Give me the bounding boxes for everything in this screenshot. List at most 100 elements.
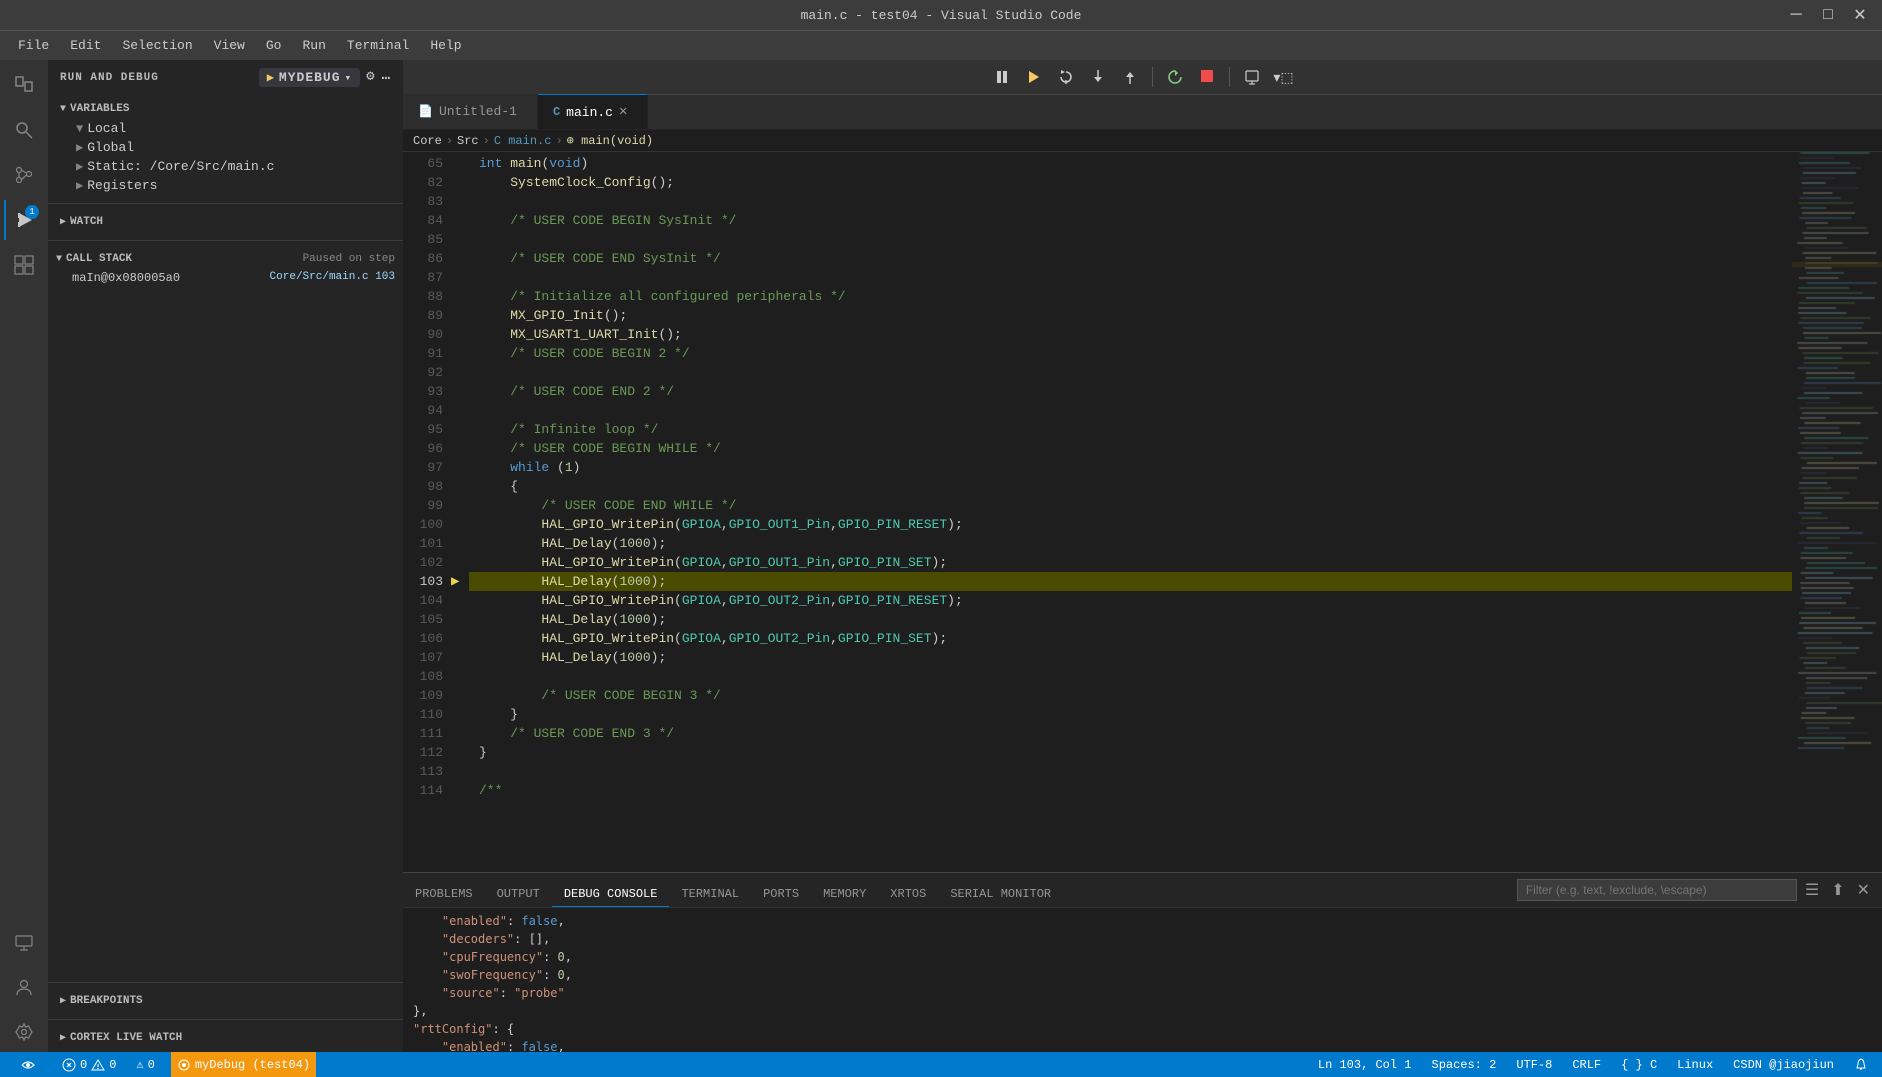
expand-icon: ▶	[76, 178, 83, 193]
panel-toggle-btn[interactable]: ▾⬚	[1270, 63, 1298, 91]
maximize-button[interactable]: □	[1816, 5, 1840, 25]
activity-extensions[interactable]	[4, 245, 44, 285]
status-encoding[interactable]: UTF-8	[1512, 1058, 1556, 1072]
panel-tab-serial-monitor[interactable]: SERIAL MONITOR	[938, 882, 1063, 907]
debug-more-icon[interactable]: …	[382, 68, 391, 87]
code-line-102: HAL_GPIO_WritePin(GPIOA,GPIO_OUT1_Pin,GP…	[469, 553, 1792, 572]
activity-accounts[interactable]	[4, 967, 44, 1007]
code-line-85	[469, 230, 1792, 249]
more-toolbar-btn[interactable]	[1238, 63, 1266, 91]
status-debug-label: myDebug (test04)	[195, 1058, 310, 1072]
breadcrumb-function[interactable]: ⊕ main(void)	[567, 133, 653, 148]
status-cursor[interactable]: Ln 103, Col 1	[1314, 1058, 1416, 1072]
close-button[interactable]: ✕	[1848, 5, 1872, 25]
breakpoint-103: ▶	[453, 572, 469, 591]
step-into-button[interactable]	[1084, 63, 1112, 91]
window-controls: ─ □ ✕	[1784, 5, 1872, 25]
panel-filter-input[interactable]	[1517, 879, 1797, 901]
code-line-105: HAL_Delay(1000);	[469, 610, 1792, 629]
code-line-88: /* Initialize all configured peripherals…	[469, 287, 1792, 306]
panel-list-view-btn[interactable]: ☰	[1801, 878, 1823, 902]
var-static[interactable]: ▶ Static: /Core/Src/main.c	[48, 157, 403, 176]
activity-search[interactable]	[4, 110, 44, 150]
error-count: 0	[80, 1058, 87, 1072]
code-line-113	[469, 762, 1792, 781]
status-errors[interactable]: 0 0	[58, 1058, 120, 1072]
var-registers[interactable]: ▶ Registers	[48, 176, 403, 195]
activity-source-control[interactable]	[4, 155, 44, 195]
activity-remote[interactable]	[4, 922, 44, 962]
code-line-112: }	[469, 743, 1792, 762]
debug-config-label: myDebug	[279, 70, 341, 85]
panel-tab-debug-console[interactable]: DEBUG CONSOLE	[552, 882, 670, 907]
breadcrumb-src[interactable]: Src	[457, 134, 479, 148]
menu-run[interactable]: Run	[294, 35, 333, 56]
menu-edit[interactable]: Edit	[62, 35, 109, 56]
call-stack-header[interactable]: ▼ CALL STACK Paused on step	[48, 249, 403, 269]
tab-main-c[interactable]: C main.c ✕	[538, 94, 648, 129]
cortex-header[interactable]: ▶ CORTEX LIVE WATCH	[48, 1028, 403, 1048]
tab-icon-untitled: 📄	[418, 104, 433, 119]
var-local[interactable]: ▼ Local	[48, 119, 403, 138]
status-notifications[interactable]	[1850, 1058, 1872, 1072]
variables-header[interactable]: ▼ VARIABLES	[48, 99, 403, 119]
cortex-title: CORTEX LIVE WATCH	[70, 1032, 182, 1044]
breadcrumb-core[interactable]: Core	[413, 134, 442, 148]
panel-content[interactable]: "enabled": false, "decoders": [], "cpuFr…	[403, 908, 1882, 1052]
breadcrumb-file[interactable]: C main.c	[494, 134, 552, 148]
activity-settings[interactable]	[4, 1012, 44, 1052]
console-line-8: "enabled": false,	[413, 1038, 1872, 1052]
activity-debug[interactable]: 1	[4, 200, 44, 240]
expand-icon: ▼	[76, 122, 83, 136]
pause-button[interactable]	[988, 63, 1016, 91]
call-stack-item[interactable]: maIn@0x080005a0 Core/Src/main.c 103	[48, 269, 403, 287]
run-icon: ▶	[267, 70, 275, 85]
code-content[interactable]: int main(void) SystemClock_Config(); /* …	[469, 152, 1792, 872]
panel-tab-memory[interactable]: MEMORY	[811, 882, 878, 907]
restart-button[interactable]	[1161, 63, 1189, 91]
status-remote[interactable]	[10, 1052, 46, 1077]
panel-close-btn[interactable]: ✕	[1853, 878, 1874, 902]
panel-maximize-btn[interactable]: ⬆	[1827, 878, 1848, 902]
stop-button[interactable]	[1193, 63, 1221, 91]
activity-explorer[interactable]	[4, 65, 44, 105]
watch-header[interactable]: ▶ WATCH	[48, 212, 403, 232]
step-over-button[interactable]	[1052, 63, 1080, 91]
status-spaces[interactable]: Spaces: 2	[1428, 1058, 1501, 1072]
tab-close-main[interactable]: ✕	[619, 105, 627, 119]
menu-selection[interactable]: Selection	[114, 35, 200, 56]
cortex-chevron: ▶	[60, 1032, 66, 1044]
debug-settings-icon[interactable]: ⚙	[366, 68, 375, 87]
tab-untitled[interactable]: 📄 Untitled-1	[403, 94, 538, 129]
status-platform[interactable]: Linux	[1673, 1058, 1717, 1072]
minimize-button[interactable]: ─	[1784, 5, 1808, 25]
status-user[interactable]: CSDN @jiaojiun	[1729, 1058, 1838, 1072]
status-language[interactable]: { } C	[1617, 1058, 1661, 1072]
debug-config-selector[interactable]: ▶ myDebug ▾	[259, 68, 360, 87]
menu-file[interactable]: File	[10, 35, 57, 56]
status-warnings-extra[interactable]: ⚠ 0	[132, 1057, 158, 1072]
step-out-button[interactable]	[1116, 63, 1144, 91]
code-line-99: /* USER CODE END WHILE */	[469, 496, 1792, 515]
status-line-ending[interactable]: CRLF	[1568, 1058, 1605, 1072]
panel-tab-problems[interactable]: PROBLEMS	[403, 882, 485, 907]
status-debug-config[interactable]: myDebug (test04)	[171, 1052, 316, 1077]
panel-tab-terminal[interactable]: TERMINAL	[669, 882, 751, 907]
panel-tab-ports[interactable]: PORTS	[751, 882, 811, 907]
panel-tab-xrtos[interactable]: XRTOS	[878, 882, 938, 907]
code-line-98: {	[469, 477, 1792, 496]
menu-view[interactable]: View	[206, 35, 253, 56]
menu-terminal[interactable]: Terminal	[339, 35, 417, 56]
var-global[interactable]: ▶ Global	[48, 138, 403, 157]
watch-title: WATCH	[70, 216, 103, 228]
panel-tab-output[interactable]: OUTPUT	[485, 882, 552, 907]
code-line-83	[469, 192, 1792, 211]
code-line-108	[469, 667, 1792, 686]
current-line-arrow: ▶	[451, 573, 459, 590]
console-line-4: "swoFrequency": 0,	[413, 966, 1872, 984]
breakpoints-header[interactable]: ▶ BREAKPOINTS	[48, 991, 403, 1011]
continue-button[interactable]	[1020, 63, 1048, 91]
menu-help[interactable]: Help	[422, 35, 469, 56]
code-editor[interactable]: 65 82 83 84 85 86 87 88 89 90 91 92 93 9…	[403, 152, 1792, 872]
menu-go[interactable]: Go	[258, 35, 290, 56]
